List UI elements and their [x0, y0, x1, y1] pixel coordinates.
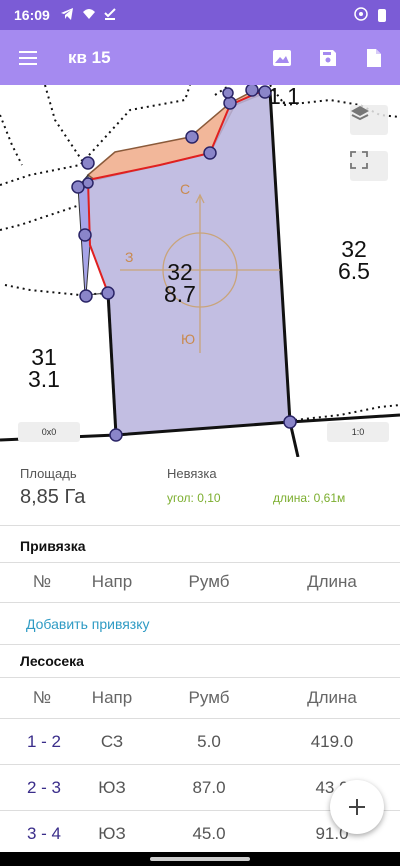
fullscreen-icon[interactable] — [350, 151, 388, 181]
add-binding-link[interactable]: Добавить привязку — [26, 616, 150, 632]
row-dir: ЮЗ — [98, 824, 126, 843]
vpn-key-icon — [354, 6, 368, 24]
header-num: № — [32, 572, 52, 591]
row-num: 1 - 2 — [26, 732, 62, 751]
telegram-icon — [60, 7, 74, 23]
header-num: № — [32, 688, 52, 707]
binding-section-title: Привязка — [20, 538, 86, 554]
plot-table-header: № Напр Румб Длина — [0, 678, 400, 718]
misclosure-label: Невязка — [167, 466, 217, 481]
status-right — [354, 6, 386, 24]
status-time: 16:09 — [14, 7, 50, 23]
row-rumb: 5.0 — [197, 732, 221, 751]
area-label: Площадь — [20, 466, 77, 481]
row-rumb: 87.0 — [192, 778, 226, 797]
app-bar: кв 15 — [0, 30, 400, 85]
compass-south-label: Ю — [181, 331, 196, 347]
info-panel: Площадь 8,85 Га Невязка угол: 0,10 длина… — [0, 457, 400, 525]
battery-icon — [378, 8, 386, 22]
binding-table-header: № Напр Румб Длина — [0, 562, 400, 602]
header-rumb: Румб — [188, 572, 230, 591]
row-num: 3 - 4 — [26, 824, 62, 843]
header-length: Длина — [307, 572, 357, 591]
plot-section-title: Лесосека — [20, 653, 84, 669]
divider — [0, 525, 400, 526]
map-label-parcel-31-3-1: 31 3.1 — [28, 344, 60, 392]
row-dir: СЗ — [100, 732, 124, 751]
row-rumb: 45.0 — [192, 824, 226, 843]
menu-icon[interactable] — [0, 30, 56, 85]
header-length: Длина — [307, 688, 357, 707]
map-label-parcel-32-8-7: 32 8.7 — [164, 259, 196, 307]
app-title: кв 15 — [68, 47, 111, 67]
nav-handle[interactable] — [150, 857, 250, 861]
row-num: 2 - 3 — [26, 778, 62, 797]
app-actions — [270, 46, 400, 70]
map-label-parcel-32-6-5: 32 6.5 — [338, 236, 370, 284]
area-value: 8,85 Га — [20, 486, 86, 508]
file-icon[interactable] — [362, 46, 386, 70]
plus-icon — [349, 799, 365, 815]
header-rumb: Румб — [188, 688, 230, 707]
save-icon[interactable] — [316, 46, 340, 70]
add-fab-button[interactable] — [330, 780, 384, 834]
header-dir: Напр — [91, 572, 133, 591]
map-view[interactable]: 1.1 32 6.5 32 8.7 31 3.1 С З Ю 0x0 1:0 — [0, 85, 400, 457]
divider — [0, 602, 400, 603]
misclosure-angle: угол: 0,10 — [167, 491, 221, 505]
row-length: 419.0 — [310, 732, 354, 751]
image-icon[interactable] — [270, 46, 294, 70]
header-dir: Напр — [91, 688, 133, 707]
scale-left: 0x0 — [18, 422, 80, 442]
scale-right: 1:0 — [327, 422, 389, 442]
download-done-icon — [104, 7, 116, 23]
compass-west-label: З — [125, 249, 134, 265]
layers-icon[interactable] — [350, 105, 388, 135]
compass-north-label: С — [180, 181, 191, 197]
wifi-calling-icon — [82, 8, 96, 23]
row-dir: ЮЗ — [98, 778, 126, 797]
table-row[interactable]: 1 - 2 СЗ 5.0 419.0 — [0, 719, 400, 765]
divider — [0, 644, 400, 645]
status-bar: 16:09 — [0, 0, 400, 30]
map-label-parcel-1-1: 1.1 — [268, 85, 300, 109]
misclosure-length: длина: 0,61м — [273, 491, 346, 505]
